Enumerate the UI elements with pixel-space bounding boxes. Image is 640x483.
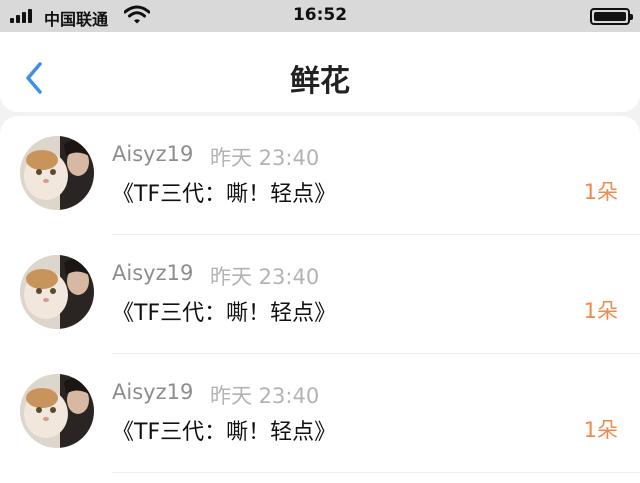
flower-count: 1朵 bbox=[583, 299, 618, 323]
status-bar: 中国联通 16:52 bbox=[0, 0, 640, 32]
flower-count: 1朵 bbox=[583, 180, 618, 204]
page-title: 鲜花 bbox=[290, 64, 350, 99]
timestamp: 昨天 23:40 bbox=[210, 146, 320, 170]
avatar-image bbox=[20, 136, 94, 210]
list-item[interactable]: Aisyz19 昨天 23:40 《TF三代：嘶！轻点》 1朵 bbox=[0, 235, 640, 354]
username: Aisyz19 bbox=[112, 380, 194, 404]
nav-bar: 鲜花 bbox=[0, 32, 640, 112]
battery-icon bbox=[590, 8, 633, 25]
list-item[interactable]: Aisyz19 昨天 23:40 《TF三代：嘶！轻点》 1朵 bbox=[0, 354, 640, 473]
status-time: 16:52 bbox=[292, 5, 348, 25]
avatar[interactable] bbox=[20, 136, 94, 210]
flower-count: 1朵 bbox=[583, 418, 618, 442]
username: Aisyz19 bbox=[112, 261, 194, 285]
timestamp: 昨天 23:40 bbox=[210, 384, 320, 408]
timestamp: 昨天 23:40 bbox=[210, 265, 320, 289]
list-item[interactable]: Aisyz19 昨天 23:40 《TF三代：嘶！轻点》 1朵 bbox=[0, 116, 640, 235]
avatar[interactable] bbox=[20, 374, 94, 448]
avatar-image bbox=[20, 374, 94, 448]
work-title: 《TF三代：嘶！轻点》 bbox=[112, 420, 337, 445]
avatar-image bbox=[20, 255, 94, 329]
work-title: 《TF三代：嘶！轻点》 bbox=[112, 182, 337, 207]
flower-record-list: Aisyz19 昨天 23:40 《TF三代：嘶！轻点》 1朵 Aisyz19 … bbox=[0, 116, 640, 483]
work-title: 《TF三代：嘶！轻点》 bbox=[112, 301, 337, 326]
avatar[interactable] bbox=[20, 255, 94, 329]
username: Aisyz19 bbox=[112, 142, 194, 166]
divider bbox=[112, 472, 640, 473]
